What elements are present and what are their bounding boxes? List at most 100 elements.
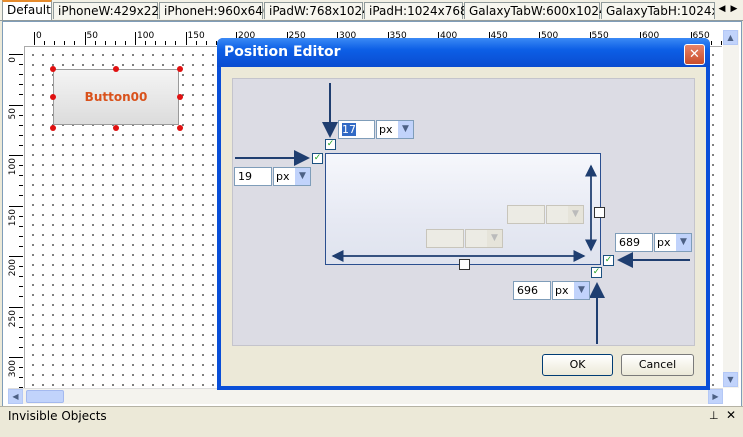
height-input [507,205,545,224]
dialog-close-icon[interactable]: ✕ [684,44,705,65]
ruler-tick [135,32,136,45]
resize-handle-right[interactable] [177,94,183,100]
height-unit-select: ▼ [546,205,584,224]
width-anchor-checkbox[interactable] [459,259,470,270]
chevron-down-icon: ▼ [568,206,583,223]
width-unit-select: ▼ [465,229,503,248]
ruler-minor-tick [19,346,23,348]
ruler-minor-tick [19,266,23,268]
height-anchor-checkbox[interactable] [594,207,605,218]
ruler-minor-tick [124,41,126,45]
invisible-objects-panel [0,406,743,437]
ruler-label: 100 [137,31,155,41]
right-anchor-checkbox[interactable]: ✓ [603,255,614,266]
ruler-minor-tick [19,245,23,247]
ruler-tick [9,306,23,308]
tab-ipad-w[interactable]: iPadW:768x1024 [264,2,370,19]
bottom-unit-select[interactable]: px ▼ [552,281,590,300]
tab-galaxytab-w[interactable]: GalaxyTabW:600x1024 [464,2,607,19]
top-unit-select[interactable]: px ▼ [376,120,414,139]
ruler-minor-tick [155,41,157,45]
chevron-down-icon: ▼ [295,168,310,185]
ruler-minor-tick [19,296,23,298]
chevron-down-icon: ▼ [487,230,502,247]
ruler-tick [84,32,86,45]
ruler-minor-tick [19,276,23,278]
bottom-offset-input[interactable]: 696 [513,281,551,300]
ruler-tick [9,54,23,55]
ruler-minor-tick [19,286,23,288]
ruler-minor-tick [19,326,23,328]
ruler-label: 0 [36,31,42,41]
dialog-title: Position Editor [224,44,341,60]
pin-icon[interactable]: ⊥ [709,409,719,422]
top-anchor-checkbox[interactable]: ✓ [325,139,336,150]
resize-handle-bottom-right[interactable] [177,125,183,131]
tab-iphone-h[interactable]: iPhoneH:960x640 [159,2,270,19]
close-icon[interactable]: ✕ [726,408,736,422]
ruler-minor-tick [205,41,207,45]
ruler-tick [185,32,187,45]
ruler-minor-tick [720,41,722,45]
ruler-minor-tick [19,94,23,96]
scroll-down-icon[interactable]: ▼ [723,372,738,387]
tab-scroll-left-icon[interactable]: ◀ [716,2,728,16]
resize-handle-top-right[interactable] [177,66,183,72]
resize-handle-bottom[interactable] [113,125,119,131]
ruler-label: 150 [8,208,18,226]
ruler-minor-tick [94,41,96,45]
resize-handle-top[interactable] [113,66,119,72]
chevron-down-icon: ▼ [676,234,691,251]
scroll-left-icon[interactable]: ◀ [8,389,23,404]
tab-galaxytab-h[interactable]: GalaxyTabH:1024x [601,2,715,19]
resize-handle-top-left[interactable] [50,66,56,72]
ruler-minor-tick [44,41,46,45]
ruler-minor-tick [54,41,56,45]
ruler-minor-tick [19,235,23,237]
tab-scroll-right-icon[interactable]: ▶ [728,2,740,16]
ruler-minor-tick [74,41,76,45]
vertical-scrollbar[interactable]: ▲ ▼ [723,30,739,388]
ruler-minor-tick [19,124,23,126]
scroll-right-icon[interactable]: ▶ [708,389,723,404]
ruler-minor-tick [710,41,712,45]
document-tabbar: Default iPhoneW:429x221 iPhoneH:960x640 … [0,0,743,21]
right-offset-input[interactable]: 689 [615,233,653,252]
ruler-label: 150 [187,31,205,41]
horizontal-scrollbar[interactable]: ◀ ▶ [8,388,723,404]
top-offset-input[interactable]: 17 [338,120,375,139]
bottom-anchor-checkbox[interactable]: ✓ [591,267,602,278]
invisible-objects-title: Invisible Objects [8,409,107,423]
ruler-minor-tick [19,114,23,116]
ruler-minor-tick [19,185,23,187]
ruler-minor-tick [64,41,66,45]
ruler-tick [9,256,23,257]
ruler-label: 0 [8,57,18,63]
tab-default[interactable]: Default [2,0,52,20]
resize-handle-left[interactable] [50,94,56,100]
ok-button[interactable]: OK [542,354,613,376]
left-anchor-checkbox[interactable]: ✓ [312,153,323,164]
left-unit-select[interactable]: px ▼ [273,167,311,186]
chevron-down-icon: ▼ [574,282,589,299]
ruler-minor-tick [165,41,167,45]
tab-iphone-w[interactable]: iPhoneW:429x221 [53,2,167,19]
scroll-up-icon[interactable]: ▲ [723,30,738,45]
resize-handle-bottom-left[interactable] [50,125,56,131]
ruler-minor-tick [19,195,23,197]
ruler-label: 50 [8,107,18,119]
ruler-minor-tick [19,225,23,227]
ruler-label: 50 [86,31,98,41]
ruler-minor-tick [145,41,147,45]
tab-ipad-h[interactable]: iPadH:1024x768 [364,2,468,19]
left-offset-input[interactable]: 19 [234,167,272,186]
ruler-label: 100 [8,158,18,176]
right-unit-select[interactable]: px ▼ [654,233,692,252]
canvas-button-00[interactable]: Button00 [53,69,179,125]
ruler-minor-tick [19,175,23,177]
cancel-button[interactable]: Cancel [621,354,694,376]
horizontal-scroll-thumb[interactable] [26,390,64,403]
ruler-minor-tick [195,41,197,45]
ruler-minor-tick [19,84,23,86]
width-input [426,229,464,248]
